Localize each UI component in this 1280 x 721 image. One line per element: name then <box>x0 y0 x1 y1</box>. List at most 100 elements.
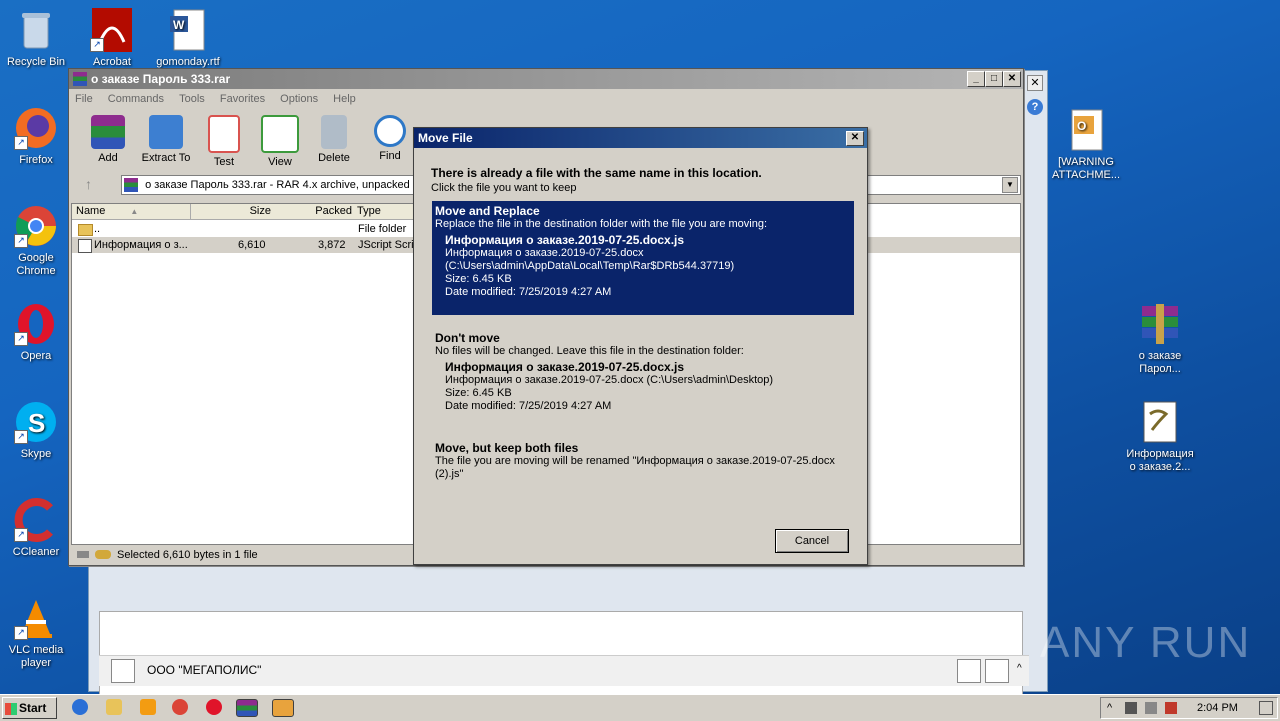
chevron-up-icon[interactable]: ^ <box>1017 663 1022 674</box>
outlook-taskbar-icon[interactable] <box>272 699 294 717</box>
winrar-archive-icon <box>1138 302 1182 346</box>
desktop-icon-label: CCleaner <box>12 546 60 558</box>
taskbar: Start ^ 2:04 PM <box>0 694 1280 721</box>
desktop-icon-script-file[interactable]: Информация о заказе.2... <box>1124 400 1196 474</box>
desktop-icon-warning-attachment[interactable]: O [WARNING ATTACHME... <box>1050 108 1122 182</box>
help-icon[interactable]: ? <box>1027 99 1043 115</box>
extract-to-button[interactable]: Extract To <box>135 115 197 164</box>
desktop-icon-label: о заказе Парол... <box>1138 350 1182 375</box>
desktop-icon-label: VLC media player <box>8 644 64 669</box>
word-doc-icon: W <box>166 8 210 52</box>
desktop-icon-label: Google Chrome <box>16 252 56 277</box>
key-icon <box>95 550 111 559</box>
status-text: Selected 6,610 bytes in 1 file <box>117 549 258 561</box>
shortcut-arrow-icon: ↗ <box>90 38 104 52</box>
opera-icon[interactable] <box>206 699 222 715</box>
chrome-icon[interactable] <box>172 699 188 715</box>
minimize-button[interactable]: _ <box>967 71 985 87</box>
desktop-icon-label: Firefox <box>19 154 53 166</box>
close-icon[interactable]: ✕ <box>1027 75 1043 91</box>
test-button[interactable]: Test <box>193 115 255 168</box>
desktop-icon-chrome[interactable]: ↗ Google Chrome <box>0 204 72 278</box>
dialog-titlebar[interactable]: Move File ✕ <box>414 128 867 148</box>
shortcut-arrow-icon: ↗ <box>14 528 28 542</box>
svg-text:S: S <box>28 408 45 438</box>
menu-options[interactable]: Options <box>280 93 318 105</box>
add-icon <box>91 115 125 149</box>
menu-tools[interactable]: Tools <box>179 93 205 105</box>
show-desktop-button[interactable] <box>1259 701 1273 715</box>
dropdown-arrow-icon[interactable]: ▼ <box>1002 177 1018 193</box>
chrome-icon: ↗ <box>14 204 58 248</box>
shortcut-arrow-icon: ↗ <box>14 332 28 346</box>
view-book-icon <box>261 115 299 153</box>
explorer-folder-icon[interactable] <box>106 699 122 715</box>
menu-favorites[interactable]: Favorites <box>220 93 265 105</box>
desktop-icon-word-doc[interactable]: W gomonday.rtf <box>152 8 224 69</box>
desktop-icon-recycle-bin[interactable]: Recycle Bin <box>0 8 72 69</box>
close-button[interactable]: ✕ <box>846 131 864 146</box>
windows-logo-icon <box>5 702 17 715</box>
menu-file[interactable]: File <box>75 93 93 105</box>
close-button[interactable]: ✕ <box>1003 71 1021 87</box>
watermark: ANY RUN <box>1040 618 1252 667</box>
script-file-icon <box>78 239 92 253</box>
winrar-app-icon <box>73 72 87 86</box>
ie-icon[interactable] <box>72 699 88 715</box>
cancel-button[interactable]: Cancel <box>775 529 849 553</box>
option-move-and-replace[interactable]: Move and Replace Replace the file in the… <box>432 201 854 315</box>
desktop-icon-vlc[interactable]: ↗ VLC media player <box>0 596 72 670</box>
view-button[interactable]: View <box>249 115 311 168</box>
dialog-title: Move File <box>418 131 473 145</box>
move-file-dialog: Move File ✕ There is already a file with… <box>413 127 868 565</box>
desktop-icon-label: Информация о заказе.2... <box>1126 448 1194 473</box>
window-title: о заказе Пароль 333.rar <box>91 72 231 86</box>
winrar-taskbar-icon[interactable] <box>236 699 258 717</box>
desktop-icon-skype[interactable]: S ↗ Skype <box>0 400 72 461</box>
clock[interactable]: 2:04 PM <box>1197 698 1238 718</box>
sort-ascending-icon: ▲ <box>130 207 139 216</box>
contact-name: ООО "МЕГАПОЛИС" <box>147 663 262 677</box>
contact-bar: ООО "МЕГАПОЛИС" ^ <box>99 655 1029 686</box>
desktop-icon-firefox[interactable]: ↗ Firefox <box>0 106 72 167</box>
recycle-bin-icon <box>14 8 58 52</box>
system-tray: ^ 2:04 PM <box>1100 697 1278 719</box>
add-button[interactable]: Add <box>77 115 139 164</box>
column-header-packed[interactable]: Packed <box>272 204 357 220</box>
column-header-name[interactable]: Name ▲ <box>72 204 191 220</box>
svg-text:W: W <box>173 18 185 32</box>
option-keep-both[interactable]: Move, but keep both files The file you a… <box>432 438 854 485</box>
column-header-type[interactable]: Type <box>353 204 418 220</box>
opera-icon: ↗ <box>14 302 58 346</box>
desktop-icon-acrobat[interactable]: ↗ Acrobat <box>76 8 148 69</box>
chevron-up-icon[interactable]: ^ <box>1107 698 1112 718</box>
start-button[interactable]: Start <box>2 697 57 719</box>
dialog-heading: There is already a file with the same na… <box>431 166 762 180</box>
window-titlebar[interactable]: о заказе Пароль 333.rar _ □ ✕ <box>69 69 1023 89</box>
network-icon[interactable] <box>1125 702 1137 714</box>
maximize-button[interactable]: □ <box>985 71 1003 87</box>
archive-icon <box>124 178 138 193</box>
contact-avatar-icon <box>111 659 135 683</box>
delete-trash-icon <box>321 115 347 149</box>
outlook-attachment-icon: O <box>1064 108 1108 152</box>
firefox-icon: ↗ <box>14 106 58 150</box>
extract-folder-icon <box>149 115 183 149</box>
media-player-icon[interactable] <box>140 699 156 715</box>
find-button[interactable]: Find <box>359 115 421 162</box>
up-folder-icon[interactable]: ↑ <box>85 176 92 192</box>
shortcut-arrow-icon: ↗ <box>14 234 28 248</box>
desktop-icon-opera[interactable]: ↗ Opera <box>0 302 72 363</box>
menu-commands[interactable]: Commands <box>108 93 164 105</box>
people-icon[interactable] <box>957 659 981 683</box>
shortcut-arrow-icon: ↗ <box>14 136 28 150</box>
desktop-icon-rar-archive[interactable]: о заказе Парол... <box>1124 302 1196 376</box>
people-icon[interactable] <box>985 659 1009 683</box>
volume-icon[interactable] <box>1145 702 1157 714</box>
menu-help[interactable]: Help <box>333 93 356 105</box>
column-header-size[interactable]: Size <box>191 204 276 220</box>
delete-button[interactable]: Delete <box>303 115 365 164</box>
flag-icon[interactable] <box>1165 702 1177 714</box>
option-dont-move[interactable]: Don't move No files will be changed. Lea… <box>432 328 854 417</box>
desktop-icon-ccleaner[interactable]: ↗ CCleaner <box>0 498 72 559</box>
